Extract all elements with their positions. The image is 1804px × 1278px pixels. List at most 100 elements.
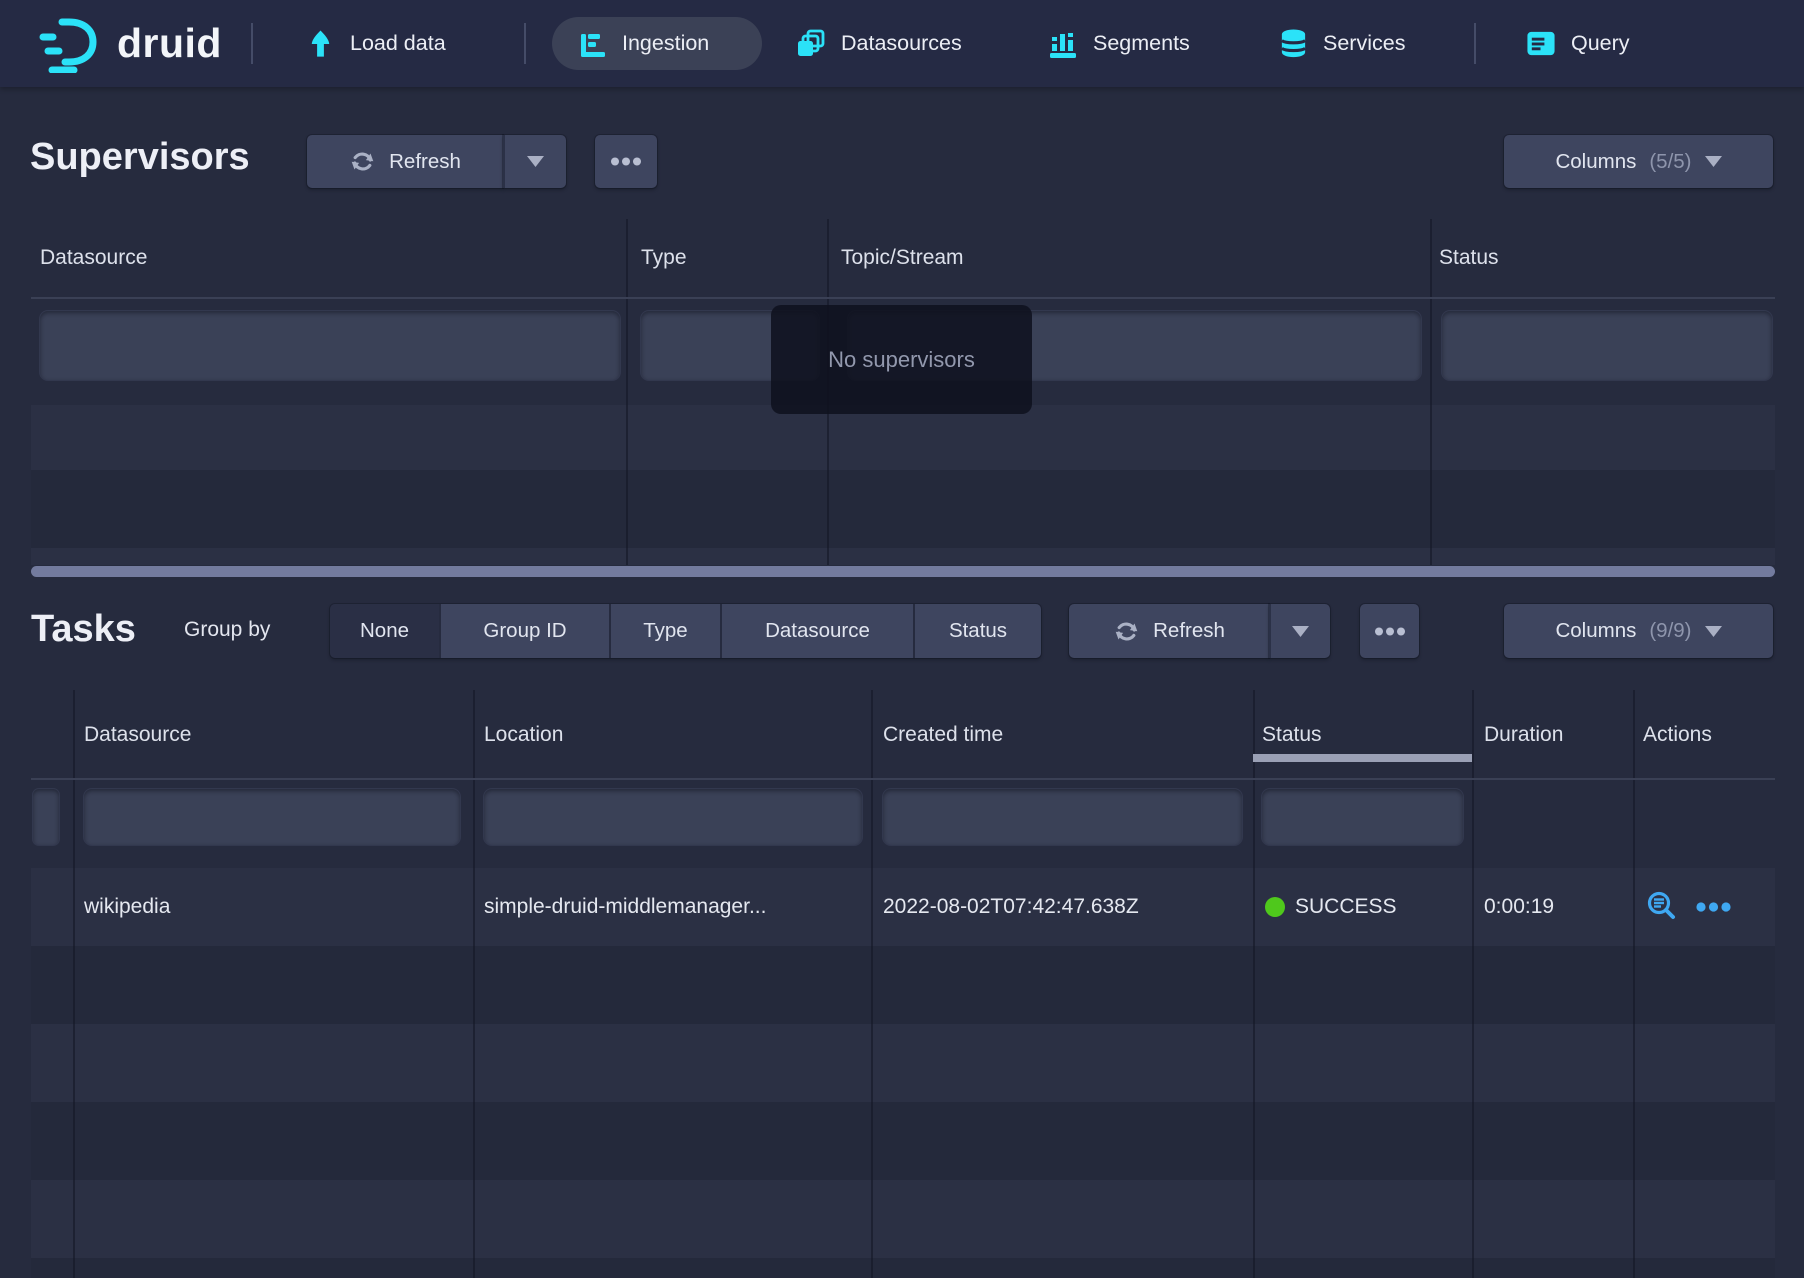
chevron-down-icon [527,156,544,167]
task-cell-location: simple-druid-middlemanager... [484,868,864,946]
ingestion-icon [578,29,608,59]
table-row [31,1024,1775,1102]
task-cell-duration: 0:00:19 [1484,868,1554,946]
supervisors-refresh-dropdown[interactable] [503,135,566,188]
chevron-down-icon [1705,156,1722,167]
success-status-dot [1265,897,1285,917]
column-divider [626,219,628,565]
nav-item-label: Ingestion [622,31,709,56]
nav-item-label: Datasources [841,31,962,56]
sup-header-datasource[interactable]: Datasource [40,246,147,270]
table-row [31,470,1775,548]
nav-item-label: Load data [350,31,446,56]
column-divider [1430,219,1432,565]
refresh-icon [1113,618,1140,645]
nav-item-query[interactable]: Query [1525,0,1630,87]
nav-item-label: Services [1323,31,1405,56]
query-icon [1525,28,1557,59]
supervisors-refresh-button[interactable]: Refresh [307,135,503,188]
nav-item-ingestion[interactable]: Ingestion [552,17,762,70]
table-row [31,946,1775,1024]
nav-item-segments[interactable]: Segments [1047,0,1190,87]
header-divider [31,297,1775,299]
table-row [31,548,1775,565]
sup-header-topic-stream[interactable]: Topic/Stream [841,246,964,270]
task-header-location[interactable]: Location [484,723,563,747]
task-header-actions[interactable]: Actions [1643,723,1712,747]
sup-header-status[interactable]: Status [1439,246,1499,270]
task-cell-actions [1645,868,1731,946]
task-cell-status: SUCCESS [1265,868,1397,946]
status-sort-indicator [1253,754,1472,762]
chevron-down-icon [1292,626,1309,637]
sup-filter-datasource[interactable] [40,311,620,380]
group-by-segmented-control: None Group ID Type Datasource Status [330,604,1041,658]
segments-icon [1047,28,1079,60]
task-details-magnifier-icon[interactable] [1645,890,1679,924]
tasks-refresh-dropdown[interactable] [1269,604,1330,658]
group-by-none[interactable]: None [330,604,439,658]
druid-logo[interactable]: druid [38,0,222,87]
nav-item-datasources[interactable]: Datasources [795,0,962,87]
group-by-type[interactable]: Type [609,604,720,658]
columns-label: Columns [1555,150,1636,174]
sup-filter-status[interactable] [1442,311,1772,380]
task-actions-menu-icon[interactable] [1696,902,1731,912]
table-row [31,405,1775,470]
load-data-icon [305,29,336,59]
nav-divider [524,23,526,64]
table-row [31,1102,1775,1180]
refresh-label: Refresh [1153,619,1225,643]
task-filter-fragment[interactable] [33,789,59,845]
tasks-title: Tasks [31,608,136,651]
columns-count: (5/5) [1649,150,1691,174]
supervisors-horizontal-scrollbar[interactable] [31,566,1775,577]
druid-console: druid Load data [0,0,1804,1278]
group-by-label: Group by [184,618,270,642]
table-row [31,1258,1775,1278]
more-icon [1375,627,1405,636]
druid-logo-text: druid [117,20,222,67]
task-header-datasource[interactable]: Datasource [84,723,191,747]
columns-count: (9/9) [1649,619,1691,643]
supervisors-title: Supervisors [30,136,250,179]
nav-divider [1474,23,1476,64]
task-filter-created-time[interactable] [883,789,1242,845]
supervisors-columns-button[interactable]: Columns (5/5) [1504,135,1773,188]
table-row [31,1180,1775,1258]
task-filter-datasource[interactable] [84,789,460,845]
empty-message: No supervisors [828,347,975,373]
druid-logo-icon [38,15,104,73]
nav-item-load-data[interactable]: Load data [305,0,446,87]
datasources-icon [795,28,827,60]
tasks-refresh-button[interactable]: Refresh [1069,604,1269,658]
chevron-down-icon [1705,626,1722,637]
task-cell-created-time: 2022-08-02T07:42:47.638Z [883,868,1139,946]
status-badge: SUCCESS [1295,895,1397,919]
task-header-created-time[interactable]: Created time [883,723,1003,747]
nav-divider [251,23,253,64]
task-filter-location[interactable] [484,789,862,845]
services-icon [1278,28,1309,59]
nav-item-services[interactable]: Services [1278,0,1405,87]
task-filter-status[interactable] [1262,789,1463,845]
more-icon [611,157,641,166]
group-by-status[interactable]: Status [913,604,1041,658]
task-header-status[interactable]: Status [1262,723,1322,747]
columns-label: Columns [1555,619,1636,643]
tasks-columns-button[interactable]: Columns (9/9) [1504,604,1773,658]
task-header-duration[interactable]: Duration [1484,723,1563,747]
refresh-label: Refresh [389,150,461,174]
header-divider [31,778,1775,780]
task-cell-datasource: wikipedia [84,868,170,946]
nav-item-label: Segments [1093,31,1190,56]
nav-item-label: Query [1571,31,1630,56]
tasks-more-button[interactable] [1360,604,1419,658]
top-navbar: druid Load data [0,0,1804,87]
group-by-group-id[interactable]: Group ID [439,604,609,658]
sup-header-type[interactable]: Type [641,246,687,270]
refresh-icon [349,148,376,175]
supervisors-more-button[interactable] [595,135,657,188]
group-by-datasource[interactable]: Datasource [720,604,913,658]
no-supervisors-overlay: No supervisors [771,305,1032,414]
